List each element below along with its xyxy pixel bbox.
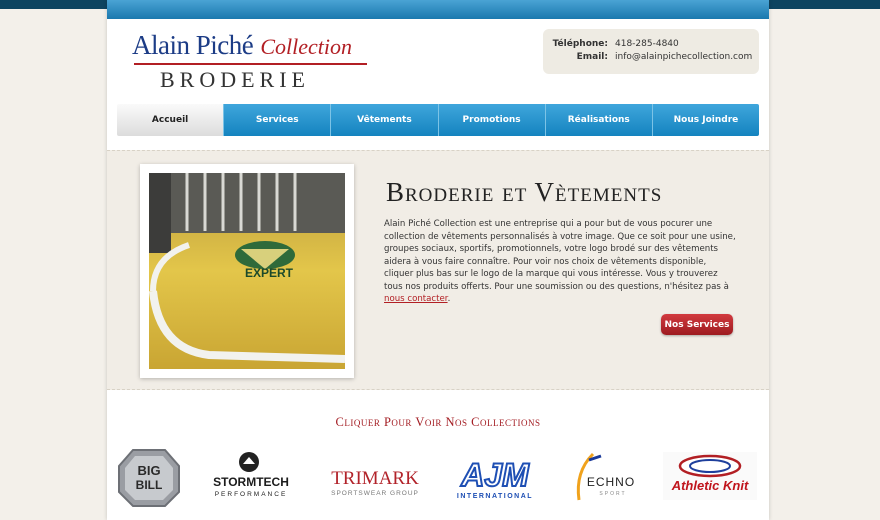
brand-techno-sport[interactable]: ECHNO SPORT — [567, 448, 647, 508]
email-label: Email: — [576, 52, 608, 62]
ajm-sub: INTERNATIONAL — [457, 493, 533, 500]
nav-item-nous-joindre[interactable]: Nous Joindre — [651, 104, 759, 136]
brand-trimark[interactable]: TRIMARK SPORTSWEAR GROUP — [319, 448, 431, 508]
contact-phone-row: Téléphone: 418-285-4840 — [543, 39, 759, 53]
techno-sub: SPORT — [599, 491, 626, 497]
athletic-knit-name: Athletic Knit — [671, 478, 749, 493]
logo-rule — [134, 63, 367, 65]
brand-big-bill[interactable]: BIG BILL — [117, 448, 181, 508]
site-logo[interactable]: Alain Piché Collection BRODERIE — [132, 30, 372, 92]
brand-ajm[interactable]: AJM INTERNATIONAL — [443, 448, 551, 508]
nav-item-accueil[interactable]: Accueil — [117, 104, 224, 136]
logo-name: Alain Piché — [132, 30, 254, 60]
big-bill-top: BIG — [137, 463, 160, 478]
page-top-bar — [107, 0, 769, 19]
email-value[interactable]: info@alainpichecollection.com — [615, 52, 752, 62]
hero-text-end: . — [447, 294, 451, 304]
logo-subtitle: BRODERIE — [160, 67, 310, 92]
stormtech-sub: PERFORMANCE — [215, 491, 288, 498]
hero-photo-frame: EXPERT — [140, 164, 354, 378]
phone-label: Téléphone: — [552, 39, 608, 49]
contact-box: Téléphone: 418-285-4840 Email: info@alai… — [543, 29, 759, 74]
stormtech-name: STORMTECH — [213, 475, 289, 489]
trimark-sub: SPORTSWEAR GROUP — [331, 490, 419, 497]
collections-title: Cliquer Pour Voir Nos Collections — [335, 415, 541, 429]
phone-value: 418-285-4840 — [615, 39, 679, 49]
nos-services-button[interactable]: Nos Services — [661, 314, 733, 335]
hero-title: Broderie et Vètements — [386, 177, 663, 207]
photo-embroidered-text: EXPERT — [245, 266, 294, 280]
hero-paragraph: Alain Piché Collection est une entrepris… — [384, 218, 736, 306]
contact-email-row: Email: info@alainpichecollection.com — [543, 52, 759, 66]
embroidery-machine-photo: EXPERT — [149, 173, 345, 369]
nav-item-promotions[interactable]: Promotions — [437, 104, 545, 136]
hero-text: Alain Piché Collection est une entrepris… — [384, 219, 736, 292]
techno-name: ECHNO — [587, 475, 635, 489]
nav-item-services[interactable]: Services — [223, 104, 331, 136]
contact-link[interactable]: nous contacter — [384, 294, 448, 304]
brand-stormtech[interactable]: STORMTECH PERFORMANCE — [199, 448, 305, 508]
main-nav: Accueil Services Vêtements Promotions Ré… — [117, 104, 759, 136]
page-container: Alain Piché Collection BRODERIE Téléphon… — [107, 0, 769, 520]
logo-collection: Collection — [260, 34, 352, 59]
nav-item-realisations[interactable]: Réalisations — [544, 104, 652, 136]
ajm-name: AJM — [460, 457, 530, 493]
brand-athletic-knit[interactable]: Athletic Knit — [663, 448, 757, 508]
big-bill-bottom: BILL — [136, 478, 163, 492]
hero-section: EXPERT Broderie et Vètements Alain Piché… — [107, 150, 769, 390]
trimark-name: TRIMARK — [331, 468, 419, 489]
nav-item-vetements[interactable]: Vêtements — [330, 104, 438, 136]
logo-line: Alain Piché Collection — [132, 30, 352, 61]
